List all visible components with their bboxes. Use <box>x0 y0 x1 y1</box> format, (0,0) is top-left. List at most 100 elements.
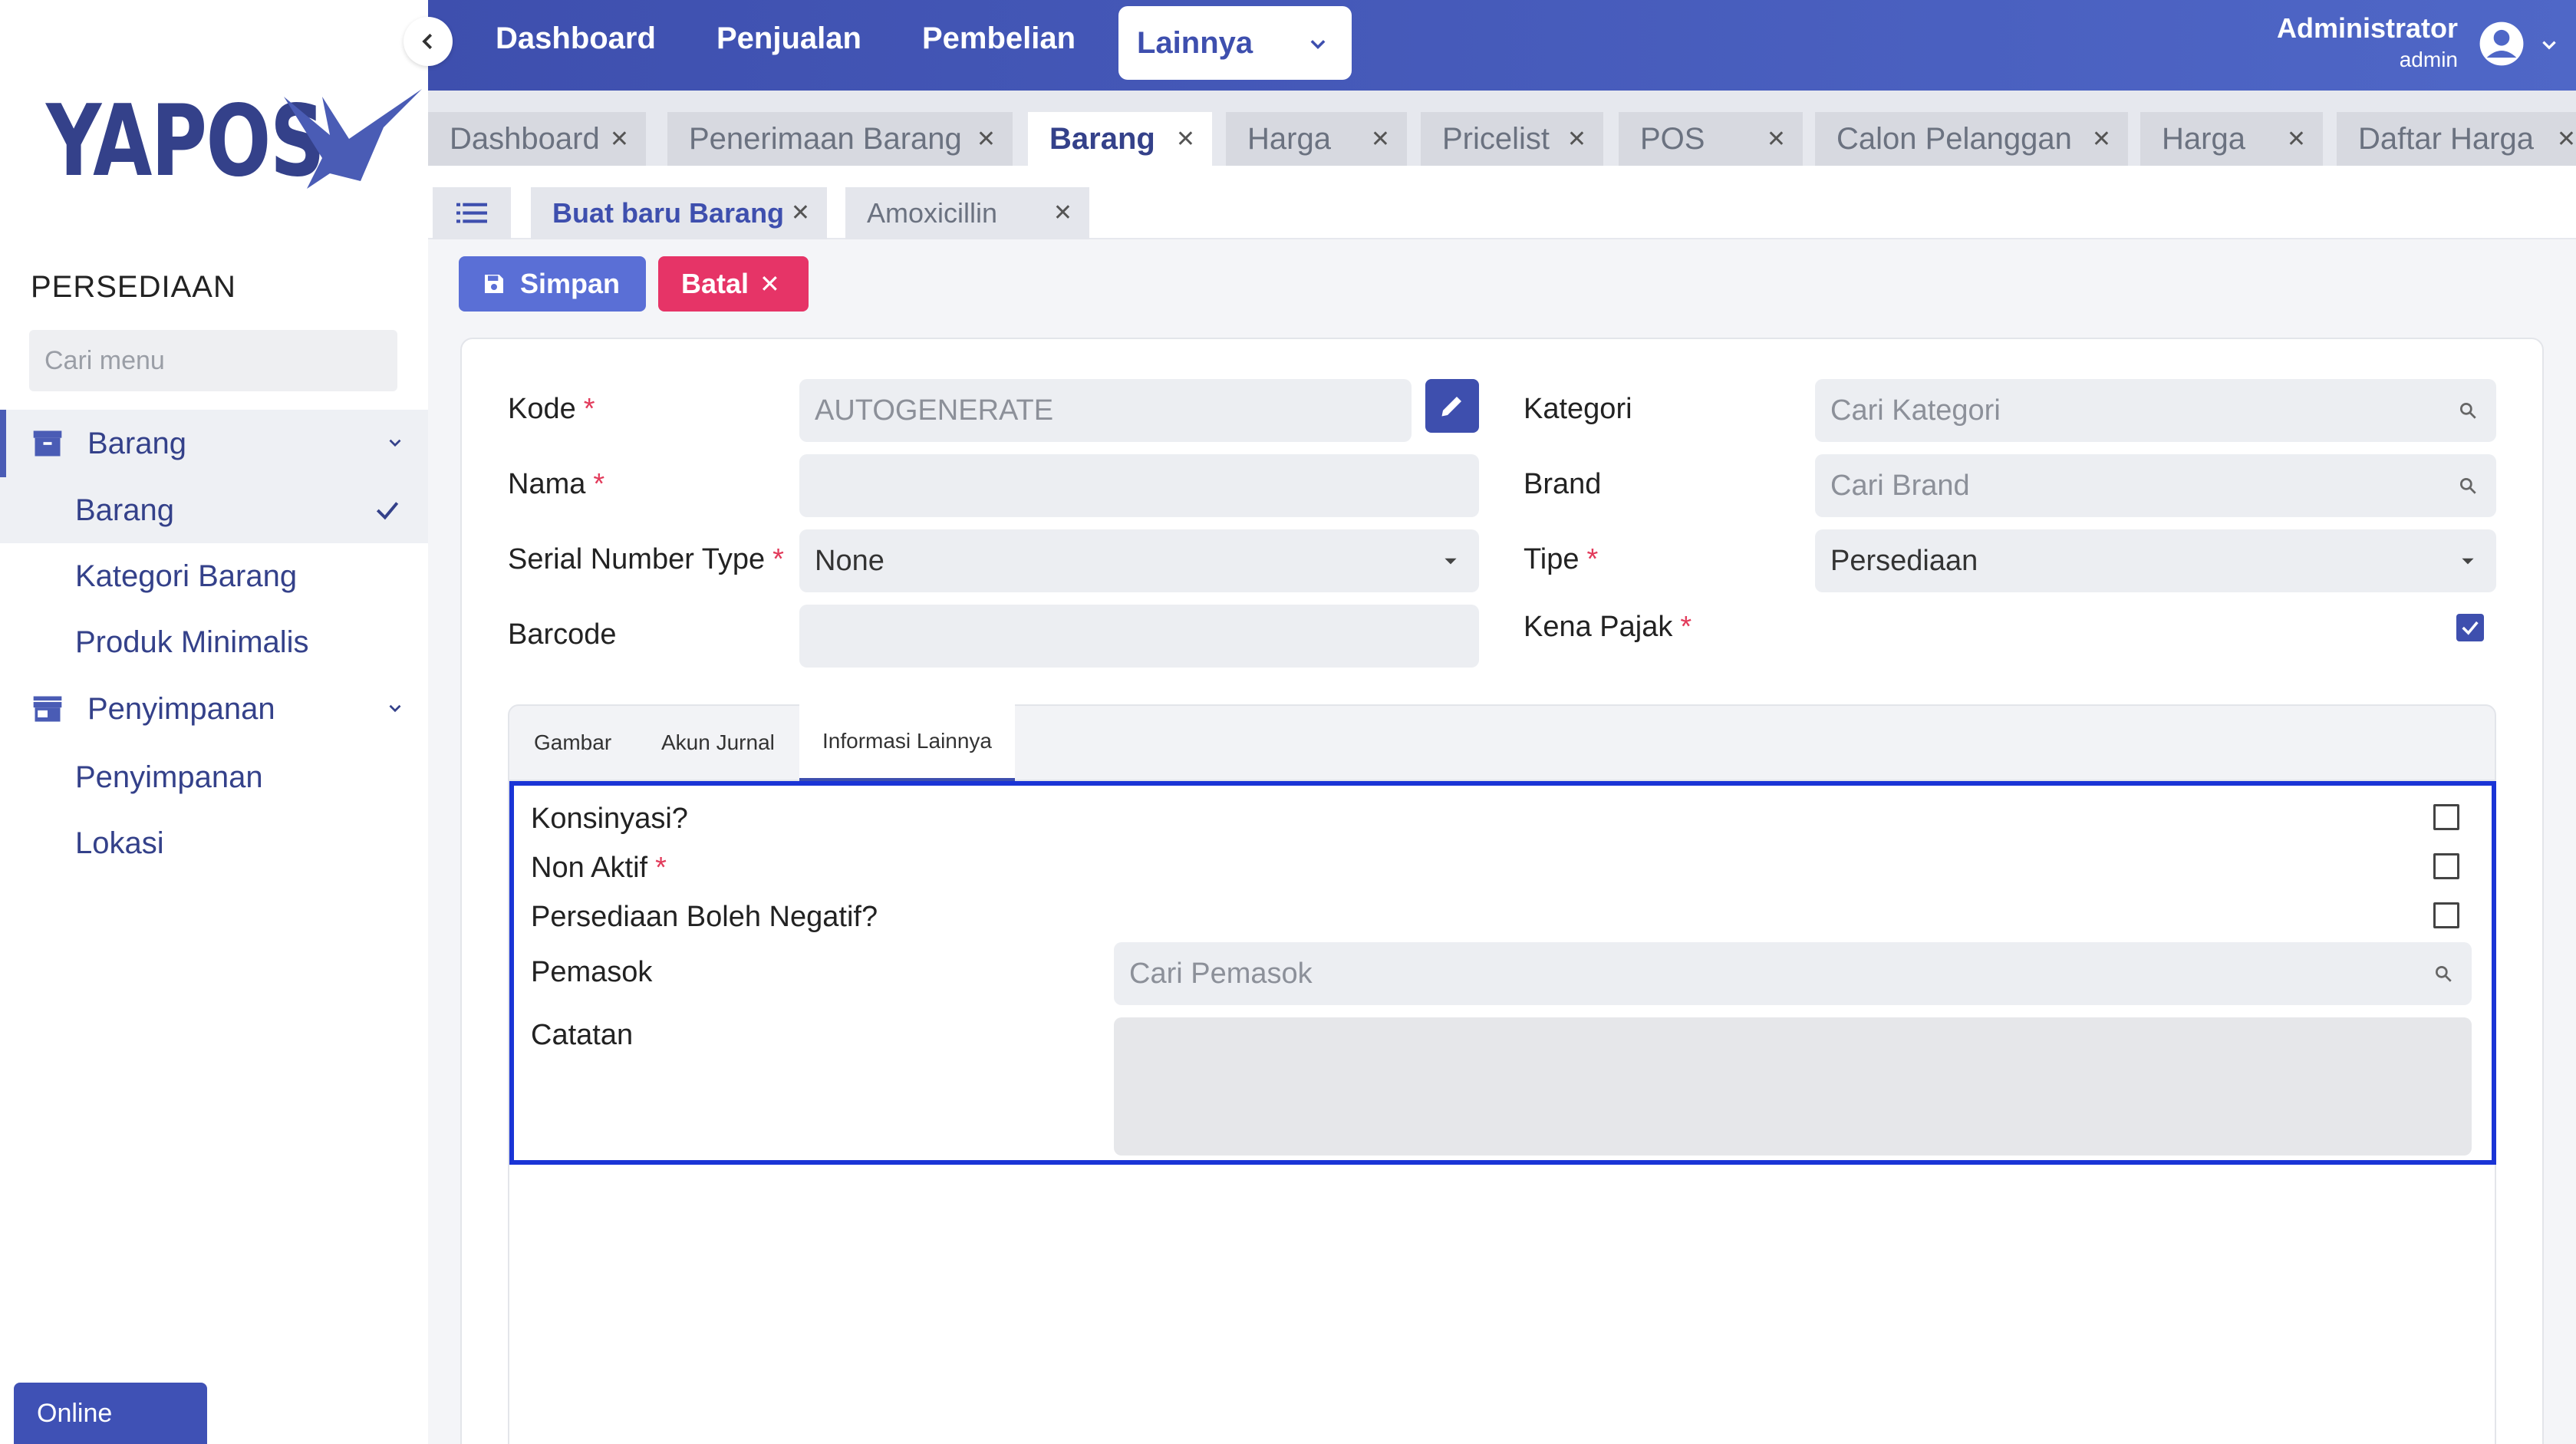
save-icon <box>485 275 503 293</box>
user-role: admin <box>2399 48 2458 71</box>
brand-field[interactable]: Cari Brand <box>1815 454 2496 517</box>
close-icon[interactable]: ✕ <box>1176 126 1195 153</box>
tab-label: POS <box>1640 121 1705 156</box>
subtab-buat-baru-barang[interactable]: Buat baru Barang ✕ <box>531 187 827 239</box>
close-icon[interactable]: ✕ <box>1053 199 1072 226</box>
kategori-placeholder: Cari Kategori <box>1830 394 2001 427</box>
sidebar-item-barang[interactable]: Barang <box>0 477 428 543</box>
edit-kode-button[interactable] <box>1425 379 1479 433</box>
cancel-label: Batal <box>681 268 749 299</box>
close-icon[interactable]: ✕ <box>1767 126 1786 153</box>
pemasok-label: Pemasok <box>531 956 653 988</box>
close-icon[interactable]: ✕ <box>2557 126 2576 153</box>
tab-informasi-lainnya[interactable]: Informasi Lainnya <box>799 704 1016 781</box>
search-icon <box>2435 965 2452 982</box>
pemasok-field[interactable]: Cari Pemasok <box>1114 942 2472 1005</box>
nama-label: Nama * <box>508 468 605 500</box>
serial-number-type-value: None <box>815 544 884 577</box>
sidebar-item-penyimpanan[interactable]: Penyimpanan <box>0 744 428 810</box>
chevron-left-icon <box>422 33 433 50</box>
kode-label: Kode * <box>508 393 595 425</box>
pemasok-placeholder: Cari Pemasok <box>1129 957 1313 990</box>
catatan-textarea[interactable] <box>1114 1017 2472 1156</box>
tab-harga-2[interactable]: Harga ✕ <box>2140 112 2323 166</box>
sidebar-group-barang[interactable]: Barang <box>0 410 428 477</box>
barcode-field[interactable] <box>799 605 1479 668</box>
barcode-label: Barcode <box>508 618 617 651</box>
tab-harga[interactable]: Harga ✕ <box>1226 112 1407 166</box>
save-button[interactable]: Simpan <box>459 256 646 312</box>
menu-search <box>29 330 397 391</box>
chevron-down-icon[interactable] <box>2539 35 2559 55</box>
list-icon <box>456 203 487 223</box>
tab-label: Pricelist <box>1442 121 1550 156</box>
user-avatar-icon[interactable] <box>2478 20 2525 68</box>
close-icon[interactable]: ✕ <box>2092 126 2111 153</box>
sidebar-item-kategori-barang[interactable]: Kategori Barang <box>0 543 428 609</box>
sidebar-item-produk-minimalis[interactable]: Produk Minimalis <box>0 609 428 675</box>
online-status-badge[interactable]: Online <box>14 1383 207 1444</box>
tab-barang[interactable]: Barang ✕ <box>1028 112 1212 166</box>
subtab-amoxicillin[interactable]: Amoxicillin ✕ <box>845 187 1089 239</box>
tab-gambar[interactable]: Gambar <box>534 704 611 781</box>
collapse-sidebar-button[interactable] <box>404 17 453 66</box>
non-aktif-checkbox[interactable] <box>2433 853 2459 879</box>
nama-field[interactable] <box>799 454 1479 517</box>
nav-lainnya-label: Lainnya <box>1137 25 1253 60</box>
nav-lainnya-dropdown[interactable]: Lainnya <box>1118 6 1352 80</box>
persediaan-negatif-label: Persediaan Boleh Negatif? <box>531 901 878 933</box>
sidebar-item-lokasi[interactable]: Lokasi <box>0 810 428 876</box>
close-icon[interactable]: ✕ <box>610 126 629 153</box>
konsinyasi-checkbox[interactable] <box>2433 804 2459 830</box>
menu-search-input[interactable] <box>44 345 384 376</box>
tab-pricelist[interactable]: Pricelist ✕ <box>1421 112 1603 166</box>
close-icon[interactable]: ✕ <box>791 199 810 226</box>
sidebar-group-label: Penyimpanan <box>87 691 275 726</box>
save-label: Simpan <box>520 268 621 299</box>
persediaan-negatif-checkbox[interactable] <box>2433 902 2459 928</box>
tab-akun-jurnal[interactable]: Akun Jurnal <box>661 704 775 781</box>
kena-pajak-checkbox[interactable] <box>2456 614 2484 641</box>
nav-dashboard[interactable]: Dashboard <box>496 21 656 56</box>
archive-icon <box>33 430 62 457</box>
chevron-down-icon <box>389 439 401 447</box>
subtab-label: Amoxicillin <box>867 197 998 229</box>
search-icon <box>2459 477 2476 494</box>
serial-number-type-label: Serial Number Type * <box>508 543 784 575</box>
tipe-label: Tipe * <box>1524 543 1599 575</box>
tab-calon-pelanggan[interactable]: Calon Pelanggan ✕ <box>1815 112 2128 166</box>
list-toggle-button[interactable] <box>433 187 511 239</box>
logo: YAPOS <box>46 84 422 199</box>
tab-penerimaan-barang[interactable]: Penerimaan Barang ✕ <box>667 112 1013 166</box>
close-icon[interactable]: ✕ <box>2287 126 2306 153</box>
tab-daftar-harga[interactable]: Daftar Harga ✕ <box>2337 112 2576 166</box>
tab-label: Harga <box>1247 121 1331 156</box>
close-icon[interactable]: ✕ <box>1371 126 1390 153</box>
sidebar: YAPOS PERSEDIAAN Barang Barang Kategori … <box>0 0 428 1444</box>
sidebar-group-penyimpanan[interactable]: Penyimpanan <box>0 675 428 743</box>
chevron-down-icon <box>389 704 401 713</box>
check-icon <box>2462 621 2479 635</box>
kategori-field[interactable]: Cari Kategori <box>1815 379 2496 442</box>
tipe-value: Persediaan <box>1830 544 1978 577</box>
cancel-button[interactable]: Batal ✕ <box>658 256 809 312</box>
section-title: PERSEDIAAN <box>31 270 236 304</box>
tab-pos[interactable]: POS ✕ <box>1619 112 1803 166</box>
close-icon[interactable]: ✕ <box>977 126 996 153</box>
catatan-label: Catatan <box>531 1019 634 1051</box>
user-name[interactable]: Administrator <box>2277 12 2458 45</box>
serial-number-type-select[interactable]: None <box>799 529 1479 592</box>
sidebar-item-label: Penyimpanan <box>75 760 263 794</box>
non-aktif-label: Non Aktif * <box>531 852 667 884</box>
kena-pajak-label: Kena Pajak * <box>1524 611 1692 643</box>
nav-penjualan[interactable]: Penjualan <box>716 21 861 56</box>
close-icon[interactable]: ✕ <box>1567 126 1586 153</box>
kode-field[interactable]: AUTOGENERATE <box>799 379 1412 442</box>
search-icon <box>2459 402 2476 419</box>
tab-label: Penerimaan Barang <box>689 121 962 156</box>
tab-dashboard[interactable]: Dashboard ✕ <box>428 112 646 166</box>
nav-pembelian[interactable]: Pembelian <box>922 21 1076 56</box>
tab-label: Calon Pelanggan <box>1836 121 2072 156</box>
sidebar-group-label: Barang <box>87 426 186 460</box>
tipe-select[interactable]: Persediaan <box>1815 529 2496 592</box>
